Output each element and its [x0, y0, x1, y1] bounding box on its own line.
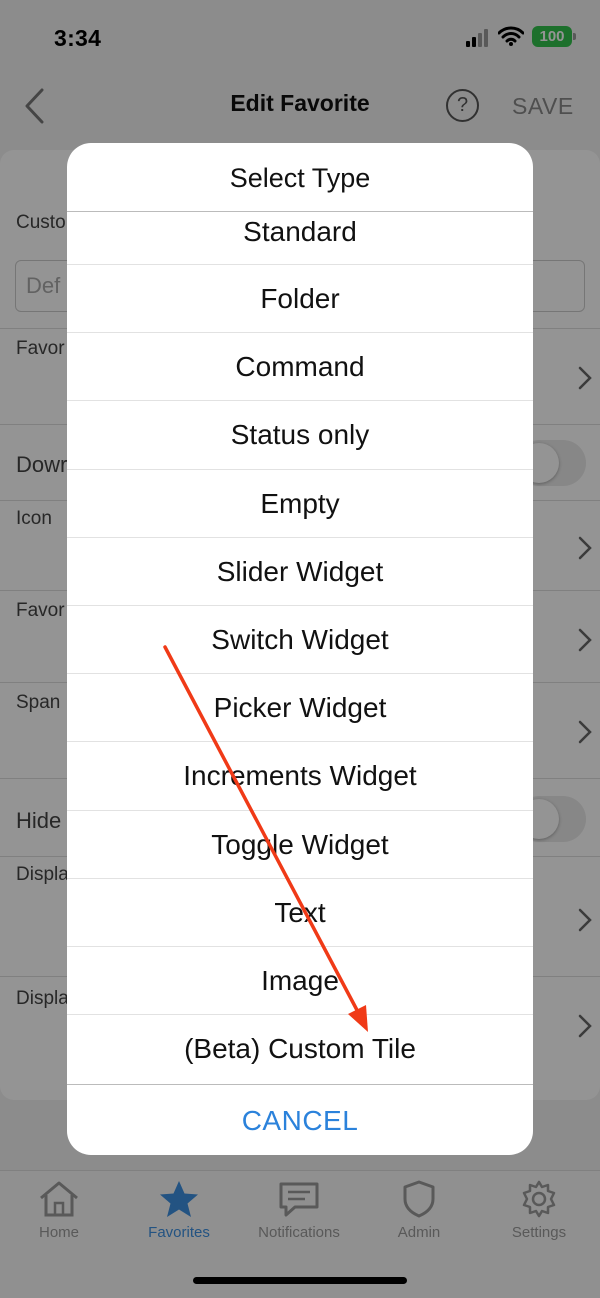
cancel-button[interactable]: CANCEL [67, 1084, 533, 1155]
option-status-only[interactable]: Status only [67, 401, 533, 470]
option-folder[interactable]: Folder [67, 265, 533, 334]
option-label: Standard [243, 216, 357, 247]
option-standard[interactable]: Standard [67, 212, 533, 265]
option-label: Picker Widget [213, 692, 387, 724]
option-beta-custom-tile[interactable]: (Beta) Custom Tile [67, 1015, 533, 1083]
option-label: Toggle Widget [211, 828, 389, 860]
option-label: Increments Widget [183, 760, 417, 792]
option-label: (Beta) Custom Tile [184, 1033, 416, 1065]
option-label: Slider Widget [216, 555, 384, 587]
option-text[interactable]: Text [67, 879, 533, 947]
type-option-list[interactable]: Standard Folder Command Status only Empt… [67, 212, 533, 1083]
option-slider-widget[interactable]: Slider Widget [67, 538, 533, 606]
option-toggle-widget[interactable]: Toggle Widget [67, 811, 533, 879]
option-empty[interactable]: Empty [67, 470, 533, 538]
select-type-dialog: Select Type Standard Folder Command Stat… [67, 143, 533, 1155]
option-switch-widget[interactable]: Switch Widget [67, 606, 533, 675]
dialog-title: Select Type [67, 143, 533, 212]
option-label: Status only [230, 419, 370, 451]
option-label: Folder [260, 283, 340, 314]
option-picker-widget[interactable]: Picker Widget [67, 674, 533, 743]
option-command[interactable]: Command [67, 333, 533, 402]
option-increments-widget[interactable]: Increments Widget [67, 742, 533, 811]
option-label: Empty [260, 487, 340, 519]
option-label: Text [274, 896, 326, 928]
option-label: Switch Widget [211, 623, 389, 655]
option-image[interactable]: Image [67, 947, 533, 1016]
option-label: Image [261, 964, 339, 996]
option-label: Command [235, 351, 365, 383]
